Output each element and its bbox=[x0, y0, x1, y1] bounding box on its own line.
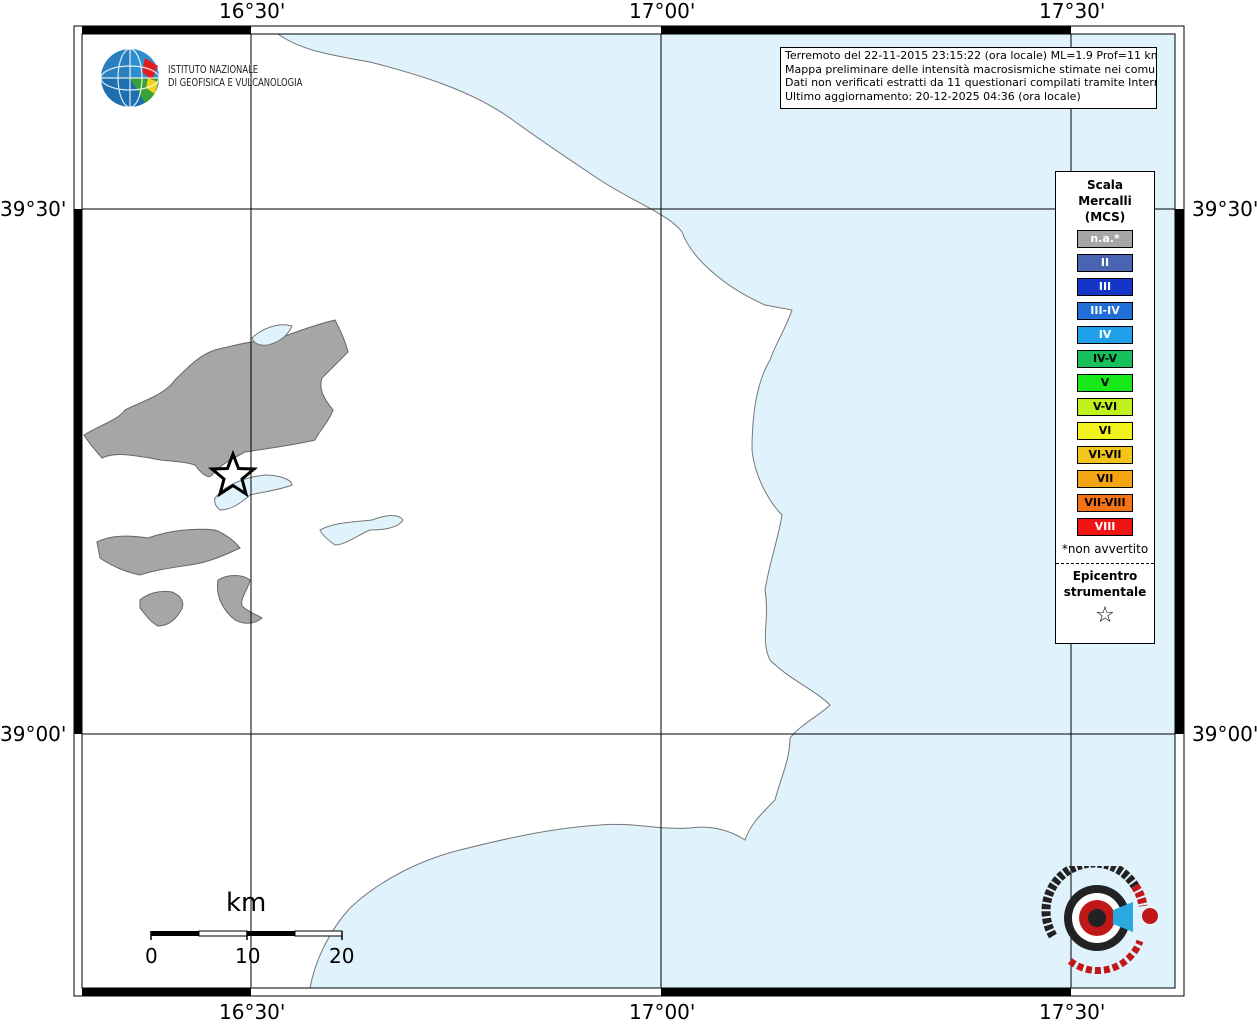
legend-swatch-vi-vii: VI-VII bbox=[1077, 446, 1133, 464]
institute-name-line2: DI GEOFISICA E VULCANOLOGIA bbox=[168, 76, 303, 89]
legend-swatch-viii: VIII bbox=[1077, 518, 1133, 536]
legend-swatch-vii: VII bbox=[1077, 470, 1133, 488]
legend-swatches: n.a.* II III III-IV IV IV-V V V-VI VI VI-VII VII VI… bbox=[1056, 230, 1154, 536]
legend-swatch-iv: IV bbox=[1077, 326, 1133, 344]
globe-icon bbox=[100, 48, 160, 108]
legend-title-line3: (MCS) bbox=[1084, 210, 1126, 224]
legend-title: Scala Mercalli (MCS) bbox=[1056, 177, 1154, 225]
lon-label-bottom-3: 17°30' bbox=[1039, 1000, 1106, 1024]
info-line-4: Ultimo aggiornamento: 20-12-2025 04:36 (… bbox=[785, 89, 1081, 103]
legend-swatch-v-vi: V-VI bbox=[1077, 398, 1133, 416]
info-line-3: Dati non verificati estratti da 11 quest… bbox=[785, 76, 1157, 89]
legend-title-line2: Mercalli bbox=[1078, 194, 1132, 208]
legend-title-line1: Scala bbox=[1086, 178, 1124, 192]
lat-label-left-1: 39°30' bbox=[0, 197, 67, 221]
mcs-legend: Scala Mercalli (MCS) n.a.* II III III-IV IV I… bbox=[1055, 171, 1155, 644]
lat-label-left-2: 39°00' bbox=[0, 722, 67, 746]
scale-bar-graphic bbox=[150, 930, 343, 940]
legend-swatch-iv-v: IV-V bbox=[1077, 350, 1133, 368]
lat-label-right-1: 39°30' bbox=[1192, 197, 1257, 221]
legend-swatch-ii: II bbox=[1077, 254, 1133, 272]
haisentito-logo-graphic bbox=[1041, 858, 1158, 975]
legend-swatch-v: V bbox=[1077, 374, 1133, 392]
institute-name-line1: ISTITUTO NAZIONALE bbox=[168, 63, 259, 76]
legend-note: *non avvertito bbox=[1061, 542, 1149, 556]
legend-swatch-vi: VI bbox=[1077, 422, 1133, 440]
ingv-logo: ISTITUTO NAZIONALE DI GEOFISICA E VULCAN… bbox=[100, 48, 315, 110]
lon-label-bottom-2: 17°00' bbox=[629, 1000, 696, 1024]
haisentito-logo bbox=[1035, 858, 1165, 976]
legend-swatch-vii-viii: VII-VIII bbox=[1077, 494, 1133, 512]
scale-tick-0: 0 bbox=[145, 944, 158, 968]
epicenter-legend-title: Epicentro strumentale bbox=[1056, 568, 1154, 600]
legend-swatch-iii: III bbox=[1077, 278, 1133, 296]
lon-label-top-1: 16°30' bbox=[219, 0, 286, 23]
epicenter-legend-line2: strumentale bbox=[1063, 585, 1147, 599]
scale-tick-10: 10 bbox=[235, 944, 261, 968]
legend-divider bbox=[1056, 563, 1154, 564]
scale-tick-20: 20 bbox=[329, 944, 355, 968]
epicenter-legend-line1: Epicentro bbox=[1072, 569, 1138, 583]
lat-label-right-2: 39°00' bbox=[1192, 722, 1257, 746]
info-line-2: Mappa preliminare delle intensità macros… bbox=[785, 62, 1157, 76]
lon-label-top-2: 17°00' bbox=[629, 0, 696, 23]
lon-label-bottom-1: 16°30' bbox=[219, 1000, 286, 1024]
legend-swatch-n-a: n.a.* bbox=[1077, 230, 1133, 248]
legend-swatch-iii-iv: III-IV bbox=[1077, 302, 1133, 320]
lon-label-top-3: 17°30' bbox=[1039, 0, 1106, 23]
epicenter-legend-star-icon: ☆ bbox=[1095, 603, 1115, 628]
earthquake-info-box: Terremoto del 22-11-2015 23:15:22 (ora l… bbox=[780, 47, 1157, 109]
scale-bar: km 0 10 20 bbox=[140, 888, 370, 973]
info-line-1: Terremoto del 22-11-2015 23:15:22 (ora l… bbox=[785, 49, 1157, 62]
